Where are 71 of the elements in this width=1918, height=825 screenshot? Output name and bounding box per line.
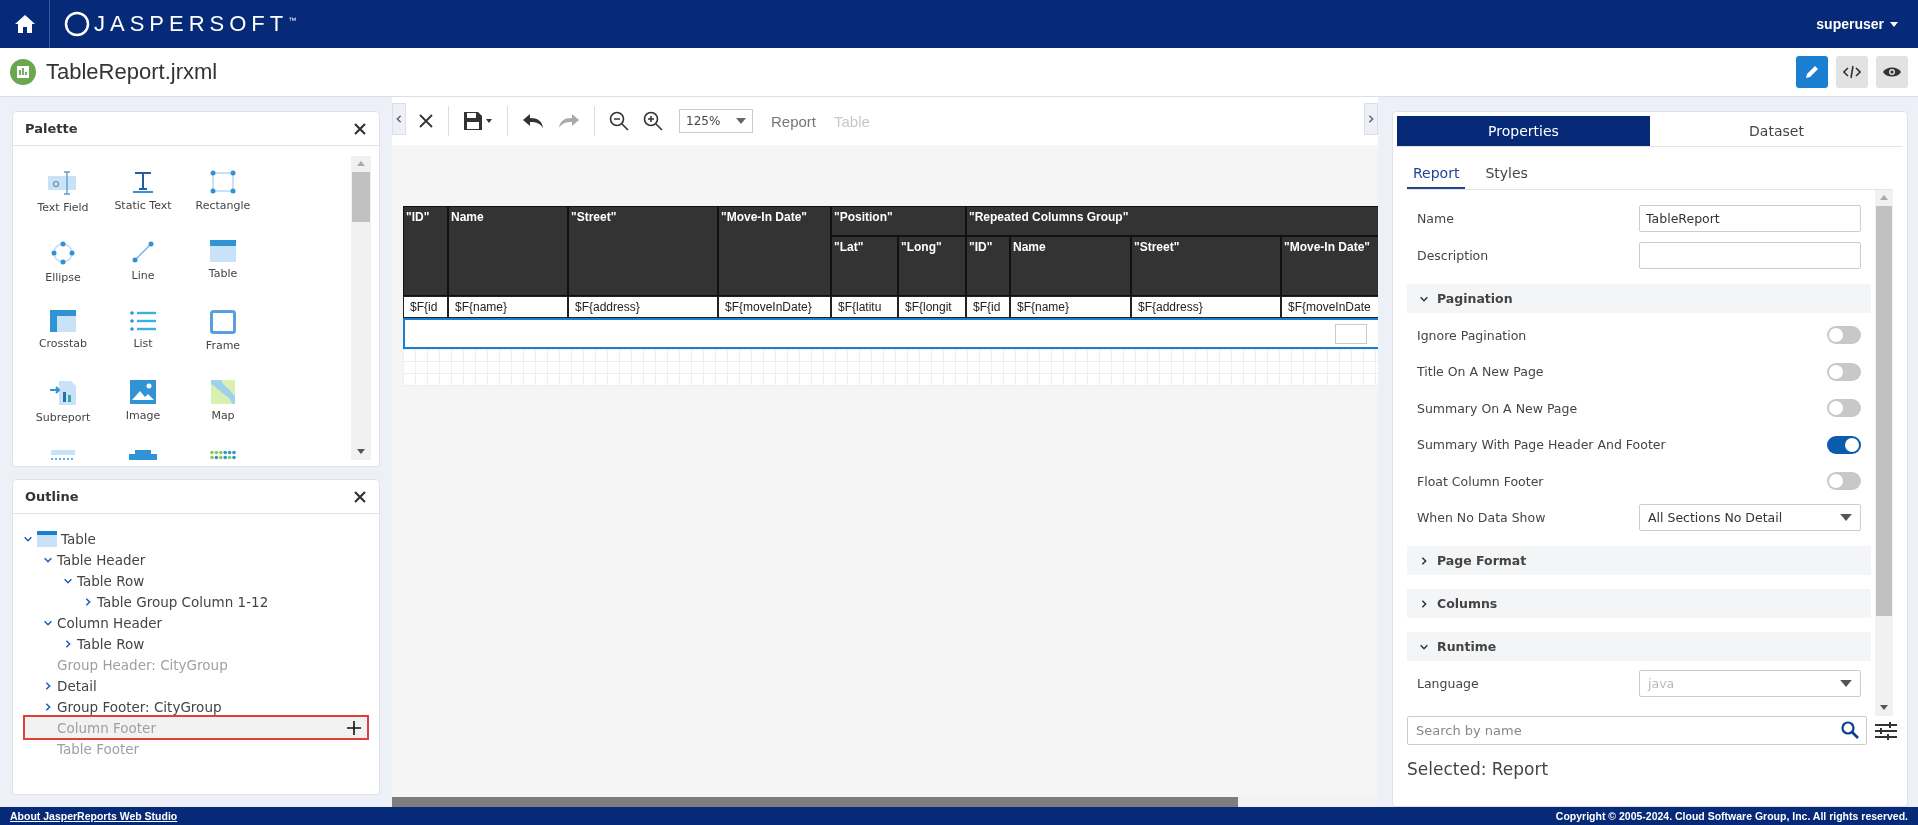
palette-item[interactable]: Image (103, 366, 183, 436)
tree-item[interactable]: Group Footer: CityGroup (57, 698, 222, 715)
table-cell: $F{moveInDate} (718, 296, 831, 318)
tree-item[interactable]: Table (61, 530, 96, 547)
tree-item[interactable]: Table Row (77, 572, 145, 589)
table-header-cell: "Street" (568, 206, 718, 296)
table-header-cell: "Move-In Date" (1281, 236, 1378, 296)
palette-item[interactable]: Subreport (23, 366, 103, 436)
field-label: Description (1417, 248, 1489, 263)
text-input[interactable]: TableReport (1639, 205, 1861, 232)
table-header-cell: "Position" (831, 206, 966, 236)
file-title: TableReport.jrxml (46, 59, 218, 85)
table-header-cell: "Move-In Date" (718, 206, 831, 296)
tree-item[interactable]: Column Header (57, 614, 163, 631)
copyright-text: Copyright © 2005-2024. Cloud Software Group, Inc. All rights reserved. (1555, 810, 1908, 822)
palette-item[interactable]: Ellipse (23, 226, 103, 296)
table-header-cell: "ID" (966, 236, 1010, 296)
panel-title: Outline (25, 489, 79, 504)
property-label: Summary On A New Page (1417, 400, 1578, 416)
sub-tab[interactable]: Styles (1479, 161, 1534, 189)
tree-item[interactable]: Table Header (57, 551, 146, 568)
table-header-cell: "ID" (403, 206, 448, 296)
dropdown[interactable]: All Sections No Detail (1639, 504, 1861, 532)
section-header[interactable]: Page Format (1407, 546, 1871, 575)
zoom-select[interactable]: 125% (679, 109, 753, 133)
tree-item[interactable]: Detail (57, 677, 97, 694)
section-header[interactable]: Pagination (1407, 284, 1871, 313)
breadcrumb-link[interactable]: Report (771, 112, 817, 130)
selection-status: Selected: Report (1407, 759, 1550, 779)
palette-item[interactable]: Rectangle (183, 156, 263, 226)
property-label: Summary With Page Header And Footer (1417, 437, 1666, 453)
palette-item[interactable]: List (103, 296, 183, 366)
palette-item[interactable]: Table (183, 226, 263, 296)
table-cell: $F{address} (1131, 296, 1281, 318)
property-label: Float Column Footer (1417, 473, 1544, 489)
tree-item[interactable]: Table Group Column 1-12 (97, 593, 269, 610)
table-cell: $F{latitu (831, 296, 898, 318)
palette-item[interactable]: Text Field (23, 156, 103, 226)
about-link[interactable]: About JasperReports Web Studio (10, 810, 178, 822)
property-label: Title On A New Page (1417, 364, 1544, 380)
palette-item[interactable]: Static Text (103, 156, 183, 226)
table-header-cell: "Repeated Columns Group" (966, 206, 1378, 236)
sub-tab[interactable]: Report (1407, 161, 1466, 189)
table-cell: $F{id (403, 296, 448, 318)
section-header[interactable]: Runtime (1407, 632, 1871, 661)
table-cell: $F{moveInDate (1281, 296, 1378, 318)
table-cell: $F{name} (1010, 296, 1131, 318)
tree-item[interactable]: Table Row (77, 635, 145, 652)
field-label: Name (1417, 211, 1454, 226)
table-header-cell: Name (1010, 236, 1131, 296)
panel-tab[interactable]: Properties (1397, 116, 1650, 146)
panel-title: Palette (25, 121, 78, 136)
table-header-cell: "Street" (1131, 236, 1281, 296)
property-label: When No Data Show (1417, 510, 1546, 526)
table-cell: $F{address} (568, 296, 718, 318)
section-header[interactable]: Columns (1407, 589, 1871, 618)
table-cell: $F{name} (448, 296, 568, 318)
palette-item[interactable]: Crosstab (23, 296, 103, 366)
user-menu[interactable]: superuser (1810, 15, 1904, 33)
palette-item[interactable]: Map (183, 366, 263, 436)
search-field[interactable]: Search by name (1407, 716, 1867, 745)
table-header-cell: Name (448, 206, 568, 296)
palette-item[interactable]: Frame (183, 296, 263, 366)
table-cell: $F{longit (898, 296, 966, 318)
logo-text: JASPERSOFT$^{™}$ (94, 11, 297, 37)
table-header-cell: "Long" (898, 236, 966, 296)
table-header-cell: "Lat" (831, 236, 898, 296)
palette-item[interactable]: Line (103, 226, 183, 296)
property-label: Ignore Pagination (1417, 327, 1527, 343)
table-cell: $F{id (966, 296, 1010, 318)
property-label: Language (1417, 675, 1479, 691)
